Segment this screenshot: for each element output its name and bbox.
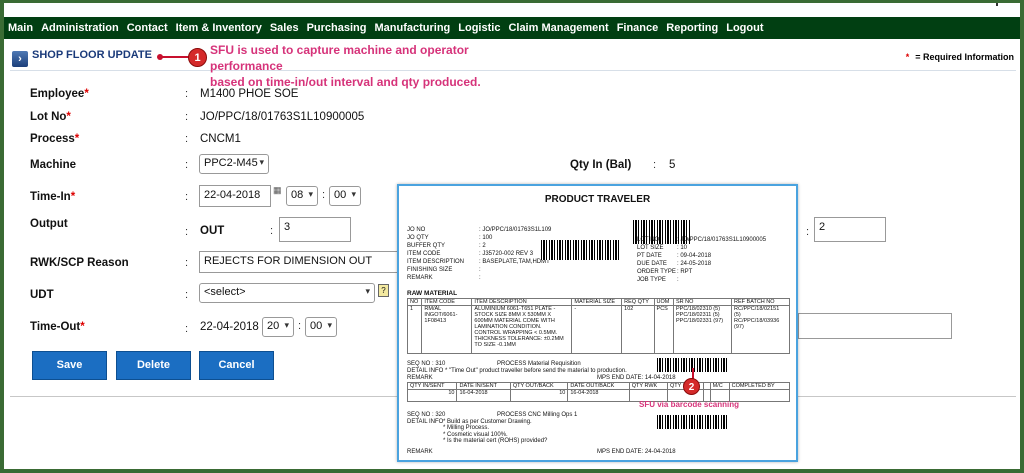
colon: :: [185, 289, 189, 301]
seq-310-block: SEQ NO : 310 PROCESS Material Requisition…: [407, 361, 676, 381]
calendar-icon[interactable]: ▦: [273, 185, 282, 196]
chevron-down-icon: ▾: [351, 189, 356, 199]
remark-input[interactable]: [798, 313, 952, 339]
chevron-down-icon: ▾: [308, 189, 313, 199]
required-text: = Required Information: [915, 52, 1014, 62]
time-out-minute-select[interactable]: 00 ▾: [305, 317, 337, 337]
chevron-down-icon: ▾: [365, 286, 370, 296]
menu-item-logistic[interactable]: Logistic: [458, 22, 500, 34]
rwk-scp-reason-label: RWK/SCP Reason: [30, 257, 129, 269]
table-header-row: QTY IN/SENT DATE IN/SENT QTY OUT/BACK DATE …: [406, 382, 791, 390]
colon: :: [185, 159, 189, 171]
menu-item-item-inventory[interactable]: Item & Inventory: [176, 22, 262, 34]
menu-item-contact[interactable]: Contact: [127, 22, 168, 34]
colon: :: [322, 189, 326, 201]
callout-badge-2: 2: [683, 378, 700, 395]
time-in-date-input[interactable]: 22-04-2018: [199, 185, 271, 207]
colon: :: [185, 133, 189, 145]
menu-item-finance[interactable]: Finance: [617, 22, 659, 34]
time-in-hour-select[interactable]: 08 ▾: [286, 186, 318, 206]
menu-item-claim-management[interactable]: Claim Management: [508, 22, 608, 34]
top-strip: [4, 3, 1020, 17]
chevron-right-icon: ›: [12, 51, 28, 67]
page-header: › SHOP FLOOR UPDATE 1 SFU is used to cap…: [10, 43, 1016, 89]
remark-2: REMARK: [407, 449, 433, 455]
chevron-down-icon: ▾: [259, 157, 264, 167]
colon: :: [185, 226, 189, 238]
callout-text: SFU is used to capture machine and opera…: [210, 42, 540, 90]
out-qty-input[interactable]: 3: [279, 217, 351, 242]
output-label: Output: [30, 218, 68, 230]
raw-material-table: NO ITEM CODE ITEM DESCRIPTION MATERIAL SIZE…: [406, 298, 790, 354]
employee-label: Employee*: [30, 88, 89, 100]
chevron-down-icon: ▾: [284, 320, 289, 330]
colon: :: [270, 225, 274, 237]
required-note: * = Required Information: [906, 52, 1014, 62]
barcode-icon: [541, 240, 621, 260]
callout-pointer: [157, 54, 190, 60]
menu-item-reporting[interactable]: Reporting: [666, 22, 718, 34]
required-star: *: [905, 52, 910, 62]
save-button[interactable]: Save: [32, 351, 107, 380]
menu-item-purchasing[interactable]: Purchasing: [307, 22, 367, 34]
colon: :: [806, 226, 810, 238]
lot-label: Lot No*: [30, 111, 71, 123]
secondary-qty-input[interactable]: 2: [814, 217, 886, 242]
colon: :: [653, 159, 657, 171]
menu-item-main[interactable]: Main: [8, 22, 33, 34]
lot-value: JO/PPC/18/01763S1L10900005: [200, 111, 365, 123]
time-out-date[interactable]: 22-04-2018: [200, 321, 259, 333]
chevron-down-icon: ▾: [327, 320, 332, 330]
qty-in-label: Qty In (Bal): [570, 159, 632, 171]
scan-label: SFU via barcode scanning: [639, 400, 740, 409]
qty-in-value: 5: [669, 159, 676, 171]
raw-material-heading: RAW MATERIAL: [407, 290, 458, 297]
time-out-label: Time-Out*: [30, 321, 85, 333]
menu-item-sales[interactable]: Sales: [270, 22, 299, 34]
seq-320-block: SEQ NO : 320 PROCESS CNC Milling Ops 1 DE…: [407, 412, 578, 444]
menu-item-logout[interactable]: Logout: [726, 22, 763, 34]
process-value: CNCM1: [200, 133, 241, 145]
table-header-row: NO ITEM CODE ITEM DESCRIPTION MATERIAL SIZE…: [406, 298, 790, 306]
menu-item-administration[interactable]: Administration: [41, 22, 119, 34]
employee-value: M1400 PHOE SOE: [200, 88, 299, 100]
udt-label: UDT: [30, 289, 54, 301]
page-title: SHOP FLOOR UPDATE: [32, 49, 152, 61]
delete-button[interactable]: Delete: [116, 351, 191, 380]
colon: :: [185, 191, 189, 203]
table-row: 1 RM/AL INGOT/6061-1F08413 ALUMINIUM 606…: [406, 305, 790, 354]
operation-table: QTY IN/SENT DATE IN/SENT QTY OUT/BACK DATE …: [406, 382, 791, 402]
product-traveler-image: PRODUCT TRAVELER JO NO: JO/PPC/18/01763S…: [397, 184, 798, 462]
process-label: Process*: [30, 133, 80, 145]
colon: :: [185, 111, 189, 123]
udt-select[interactable]: <select> ▾: [199, 283, 375, 303]
machine-label: Machine: [30, 159, 77, 171]
colon: :: [298, 320, 302, 332]
colon: :: [185, 257, 189, 269]
time-in-minute-select[interactable]: 00 ▾: [329, 186, 361, 206]
colon: :: [185, 323, 189, 335]
mps-end-date-2: MPS END DATE: 24-04-2018: [597, 449, 676, 455]
time-in-label: Time-In*: [30, 191, 76, 203]
help-icon[interactable]: ?: [378, 284, 389, 297]
menu-item-manufacturing[interactable]: Manufacturing: [374, 22, 450, 34]
machine-select[interactable]: PPC2-M45 ▾: [199, 154, 269, 174]
barcode-icon: [657, 415, 729, 429]
traveler-right-info: LOT NO: JO/PPC/18/01763S1L10900005 LOT S…: [637, 237, 767, 283]
out-label: OUT: [200, 225, 225, 237]
rwk-scp-reason-input[interactable]: REJECTS FOR DIMENSION OUT: [199, 251, 399, 273]
traveler-left-info: JO NO: JO/PPC/18/01763S1L109 JO QTY: 100…: [407, 227, 552, 281]
callout-line-1: SFU is used to capture machine and opera…: [210, 43, 469, 73]
traveler-title: PRODUCT TRAVELER: [544, 194, 651, 205]
callout-badge-1: 1: [188, 48, 207, 67]
cancel-button[interactable]: Cancel: [199, 351, 274, 380]
colon: :: [185, 88, 189, 100]
main-menu-bar: Main Administration Contact Item & Inven…: [4, 17, 1020, 39]
time-out-hour-select[interactable]: 20 ▾: [262, 317, 294, 337]
